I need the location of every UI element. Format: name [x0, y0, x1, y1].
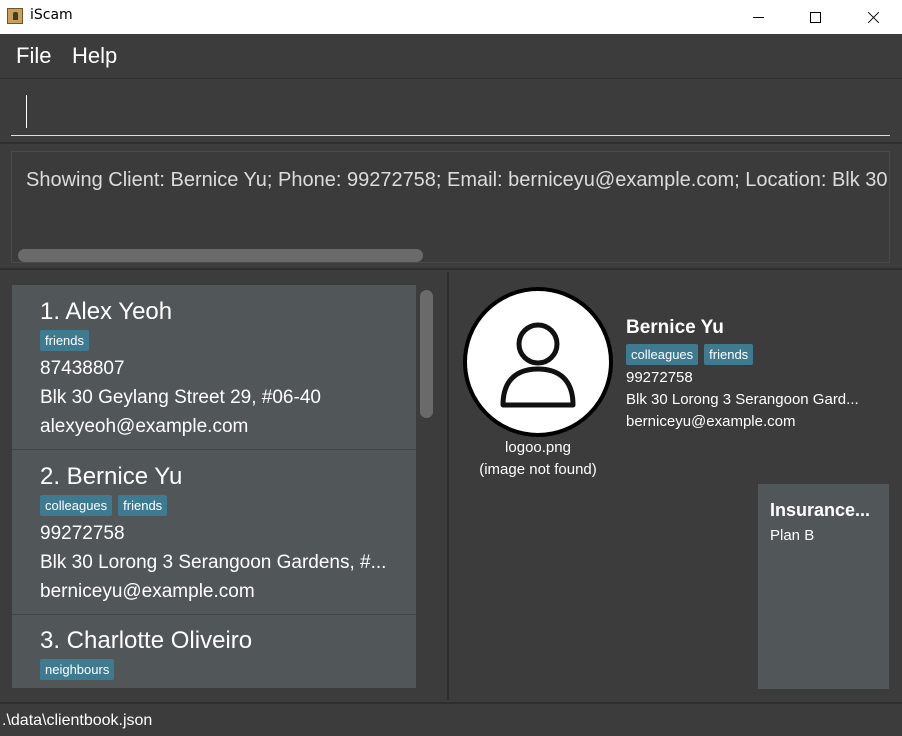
client-card[interactable]: 3. Charlotte Oliveiro neighbours	[12, 615, 416, 688]
save-location: .\data\clientbook.json	[2, 712, 153, 729]
detail-phone: 99272758	[626, 369, 693, 386]
insurance-plan: Plan B	[770, 527, 815, 544]
client-address: Blk 30 Lorong 3 Serangoon Gardens, #...	[40, 552, 387, 573]
client-list-panel: 1. Alex Yeoh friends 87438807 Blk 30 Gey…	[0, 272, 449, 700]
maximize-button[interactable]	[786, 0, 844, 34]
client-name: 3. Charlotte Oliveiro	[40, 627, 253, 654]
client-email: alexyeoh@example.com	[40, 416, 249, 437]
result-text: Showing Client: Bernice Yu; Phone: 99272…	[26, 169, 888, 191]
detail-email: berniceyu@example.com	[626, 413, 796, 430]
client-tags: neighbours	[40, 659, 416, 680]
tag: neighbours	[40, 659, 115, 680]
text-caret	[26, 95, 27, 128]
status-bar: .\data\clientbook.json	[0, 702, 902, 736]
close-button[interactable]	[844, 0, 902, 34]
result-display[interactable]: Showing Client: Bernice Yu; Phone: 99272…	[11, 151, 890, 263]
client-email: berniceyu@example.com	[40, 581, 255, 602]
vertical-scrollbar[interactable]	[420, 290, 433, 418]
close-icon	[867, 11, 880, 24]
client-address: Blk 30 Geylang Street 29, #06-40	[40, 387, 321, 408]
menu-help[interactable]: Help	[72, 43, 117, 69]
client-phone: 87438807	[40, 358, 125, 379]
tag: colleagues	[626, 344, 699, 365]
client-card[interactable]: 2. Bernice Yu colleagues friends 9927275…	[12, 450, 416, 615]
detail-tags: colleagues friends	[626, 344, 886, 365]
tag: friends	[118, 495, 168, 516]
client-tags: friends	[40, 330, 416, 351]
window-title: iScam	[30, 7, 73, 23]
image-status: (image not found)	[479, 461, 597, 478]
client-phone: 99272758	[40, 523, 125, 544]
client-detail-info: Bernice Yu colleagues friends 99272758 B…	[626, 316, 886, 433]
client-name: 2. Bernice Yu	[40, 463, 183, 490]
title-bar: iScam	[0, 0, 902, 34]
detail-name: Bernice Yu	[626, 317, 724, 338]
client-name: 1. Alex Yeoh	[40, 298, 173, 325]
app-icon	[7, 8, 23, 24]
minimize-button[interactable]	[729, 0, 787, 34]
client-tags: colleagues friends	[40, 495, 416, 516]
detail-address: Blk 30 Lorong 3 Serangoon Gard...	[626, 391, 859, 408]
command-box-area	[0, 80, 902, 144]
tag: colleagues	[40, 495, 113, 516]
client-detail-panel: logoo.png (image not found) Bernice Yu c…	[451, 272, 902, 700]
insurance-title: Insurance...	[770, 500, 871, 520]
minimize-icon	[752, 16, 764, 18]
maximize-icon	[809, 11, 821, 23]
user-icon	[500, 322, 576, 408]
menu-file[interactable]: File	[16, 43, 51, 69]
result-display-area: Showing Client: Bernice Yu; Phone: 99272…	[0, 146, 902, 270]
horizontal-scrollbar[interactable]	[18, 249, 423, 262]
client-card[interactable]: 1. Alex Yeoh friends 87438807 Blk 30 Gey…	[12, 285, 416, 450]
avatar	[463, 287, 613, 437]
client-list: 1. Alex Yeoh friends 87438807 Blk 30 Gey…	[12, 285, 416, 688]
image-filename: logoo.png	[505, 439, 571, 456]
insurance-card[interactable]: Insurance... Plan B	[758, 484, 889, 689]
tag: friends	[40, 330, 90, 351]
tag: friends	[704, 344, 754, 365]
command-input[interactable]	[11, 90, 890, 136]
menu-bar: File Help	[0, 34, 902, 79]
